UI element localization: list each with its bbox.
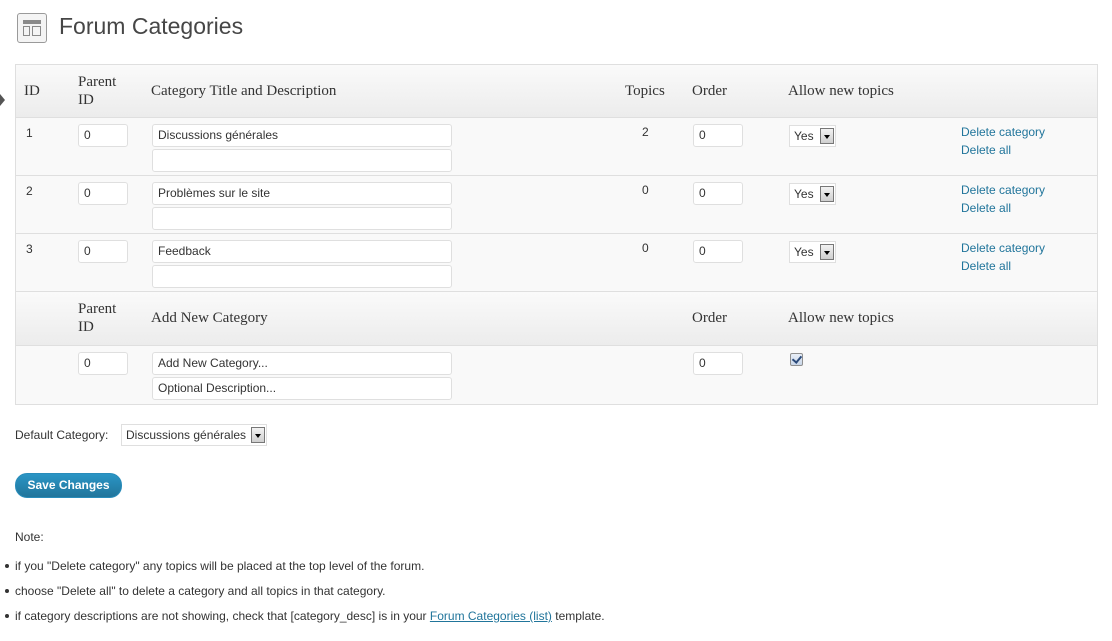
chevron-down-icon — [251, 427, 265, 443]
forum-categories-list-link[interactable]: Forum Categories (list) — [430, 609, 552, 623]
menu-pointer-icon — [0, 94, 5, 106]
column-title: Category Title and Description — [151, 83, 337, 99]
table-row: 2 0 Problèmes sur le site 0 0 Yes Delete… — [16, 176, 1097, 234]
table-row: 1 0 Discussions générales 2 0 Yes Delete… — [16, 118, 1097, 176]
note-item: if category descriptions are not showing… — [0, 609, 605, 634]
column-order: Order — [692, 310, 727, 326]
delete-all-link[interactable]: Delete all — [961, 143, 1011, 157]
delete-all-link[interactable]: Delete all — [961, 259, 1011, 273]
forum-categories-icon — [17, 13, 47, 43]
new-category-description-input[interactable]: Optional Description... — [152, 377, 452, 400]
note-item: choose "Delete all" to delete a category… — [0, 584, 605, 609]
chevron-down-icon — [820, 186, 834, 202]
column-id: ID — [24, 83, 40, 99]
column-allow-new-topics: Allow new topics — [788, 83, 894, 99]
category-description-input[interactable] — [152, 265, 452, 288]
notes-list: if you "Delete category" any topics will… — [0, 559, 605, 634]
page-title: Forum Categories — [59, 13, 244, 39]
default-category-select[interactable]: Discussions générales — [121, 424, 267, 446]
order-input[interactable]: 0 — [693, 182, 743, 205]
category-title-input[interactable]: Discussions générales — [152, 124, 452, 147]
column-parent-id: Parent ID — [78, 301, 117, 335]
parent-id-input[interactable]: 0 — [78, 124, 128, 147]
topics-count: 0 — [642, 183, 649, 197]
category-description-input[interactable] — [152, 149, 452, 172]
parent-id-input[interactable]: 0 — [78, 182, 128, 205]
save-changes-button[interactable]: Save Changes — [15, 473, 122, 498]
column-topics: Topics — [625, 83, 665, 99]
column-parent-id: Parent ID — [78, 74, 117, 108]
allow-new-topics-checkbox[interactable] — [790, 353, 803, 366]
topics-count: 2 — [642, 125, 649, 139]
category-id: 3 — [26, 242, 33, 256]
order-input[interactable]: 0 — [693, 240, 743, 263]
new-parent-id-input[interactable]: 0 — [78, 352, 128, 375]
allow-new-topics-select[interactable]: Yes — [789, 241, 836, 263]
table-row: 3 0 Feedback 0 0 Yes Delete category Del… — [16, 234, 1097, 292]
new-order-input[interactable]: 0 — [693, 352, 743, 375]
category-title-input[interactable]: Feedback — [152, 240, 452, 263]
column-add-new-category: Add New Category — [151, 310, 268, 326]
allow-new-topics-select[interactable]: Yes — [789, 183, 836, 205]
category-id: 2 — [26, 184, 33, 198]
add-new-header: Parent ID Add New Category Order Allow n… — [16, 292, 1097, 346]
note-title: Note: — [15, 530, 44, 544]
allow-new-topics-select[interactable]: Yes — [789, 125, 836, 147]
add-new-row: 0 Add New Category... Optional Descripti… — [16, 346, 1097, 404]
table-header: ID Parent ID Category Title and Descript… — [16, 65, 1097, 118]
column-allow-new-topics: Allow new topics — [788, 310, 894, 326]
parent-id-input[interactable]: 0 — [78, 240, 128, 263]
delete-category-link[interactable]: Delete category — [961, 183, 1045, 197]
chevron-down-icon — [820, 128, 834, 144]
note-item: if you "Delete category" any topics will… — [0, 559, 605, 584]
topics-count: 0 — [642, 241, 649, 255]
order-input[interactable]: 0 — [693, 124, 743, 147]
new-category-title-input[interactable]: Add New Category... — [152, 352, 452, 375]
categories-table: ID Parent ID Category Title and Descript… — [15, 64, 1098, 405]
category-id: 1 — [26, 126, 33, 140]
column-order: Order — [692, 83, 727, 99]
default-category-label: Default Category: — [15, 428, 109, 442]
category-description-input[interactable] — [152, 207, 452, 230]
category-title-input[interactable]: Problèmes sur le site — [152, 182, 452, 205]
chevron-down-icon — [820, 244, 834, 260]
delete-all-link[interactable]: Delete all — [961, 201, 1011, 215]
delete-category-link[interactable]: Delete category — [961, 241, 1045, 255]
delete-category-link[interactable]: Delete category — [961, 125, 1045, 139]
